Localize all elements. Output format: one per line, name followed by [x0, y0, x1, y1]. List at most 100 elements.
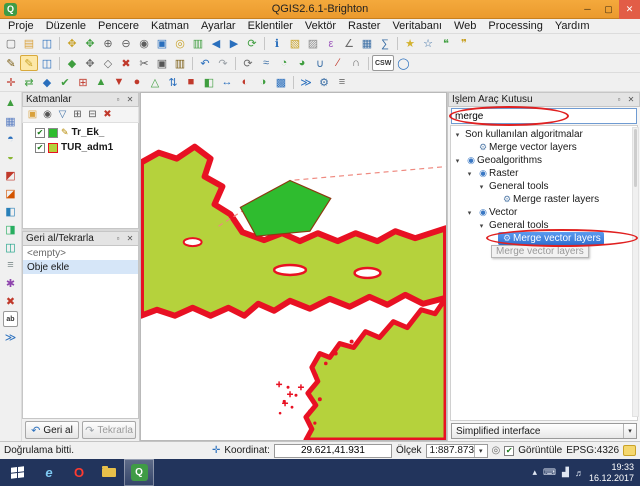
tree-item-vector[interactable]: ▾ ◉ Vector [451, 206, 637, 219]
render-checkbox[interactable]: ✔ [504, 445, 515, 456]
expand-arrow-icon[interactable]: ▾ [477, 183, 486, 191]
identify-features-icon[interactable]: ℹ [268, 36, 286, 52]
remove-layer-icon[interactable]: ✖ [100, 108, 115, 122]
python-console-icon[interactable]: ≫ [297, 74, 315, 90]
copy-features-icon[interactable]: ▣ [153, 55, 171, 71]
save-project-icon[interactable]: ◫ [38, 36, 56, 52]
tree-item-merge-vector-layers[interactable]: ⚙ Merge vector layers [451, 141, 637, 154]
tree-item-general-tools[interactable]: ▾ General tools [451, 180, 637, 193]
file-explorer-icon[interactable] [94, 459, 124, 486]
zoom-native-icon[interactable]: ◉ [135, 36, 153, 52]
remove-layer-icon[interactable]: ✖ [2, 293, 20, 309]
minimize-button[interactable]: ─ [577, 0, 598, 19]
opera-icon[interactable]: O [64, 459, 94, 486]
tree-item-son-kullan-lan-algoritmalar[interactable]: ▾ Son kullanılan algoritmalar [451, 128, 637, 141]
start-button[interactable] [0, 459, 34, 486]
paste-features-icon[interactable]: ▥ [171, 55, 189, 71]
split-features-icon[interactable]: ∕ [329, 55, 347, 71]
add-mssql-layer-icon[interactable]: ◩ [2, 167, 20, 183]
zonal-statistics-icon[interactable]: ▩ [272, 74, 290, 90]
select-by-expression-icon[interactable]: ε [322, 36, 340, 52]
menu-processing[interactable]: Processing [482, 20, 548, 32]
undock-panel-icon[interactable]: ▫ [614, 95, 624, 104]
redo-button[interactable]: ↷ Tekrarla [82, 421, 136, 439]
move-feature-icon[interactable]: ✥ [81, 55, 99, 71]
map-canvas[interactable] [140, 92, 447, 441]
heatmap-icon[interactable]: ● [128, 74, 146, 90]
new-bookmark-icon[interactable]: ★ [401, 36, 419, 52]
redo-icon[interactable]: ↷ [214, 55, 232, 71]
measure-line-icon[interactable]: ∠ [340, 36, 358, 52]
collapse-all-icon[interactable]: ⊟ [85, 108, 100, 122]
show-bookmarks-icon[interactable]: ☆ [419, 36, 437, 52]
coordinate-capture-icon[interactable]: ✛ [2, 74, 20, 90]
undo-icon[interactable]: ↶ [196, 55, 214, 71]
algorithm-search-input[interactable] [451, 108, 637, 124]
dxf2shp-converter-icon[interactable]: ⇄ [20, 74, 38, 90]
add-group-icon[interactable]: ▣ [25, 108, 40, 122]
menu-ayarlar[interactable]: Ayarlar [195, 20, 242, 32]
processing-toolbox-icon[interactable]: ⚙ [315, 74, 333, 90]
add-spatialite-layer-icon[interactable]: ◒ [2, 149, 20, 165]
csw-search-button[interactable]: CSW [372, 55, 395, 71]
zoom-to-selection-icon[interactable]: ◎ [171, 36, 189, 52]
undock-panel-icon[interactable]: ▫ [113, 234, 123, 243]
raster-terrain-analysis-icon[interactable]: ◧ [200, 74, 218, 90]
interface-mode-combo[interactable]: Simplified interface ▾ [451, 423, 637, 439]
offline-editing-icon[interactable]: ⇅ [164, 74, 182, 90]
topology-checker-icon[interactable]: ◑ [254, 74, 272, 90]
add-wcs-layer-icon[interactable]: ◨ [2, 221, 20, 237]
select-features-icon[interactable]: ▧ [286, 36, 304, 52]
add-vector-layer-icon[interactable]: ▲ [2, 95, 20, 111]
add-feature-icon[interactable]: ◆ [63, 55, 81, 71]
merge-features-icon[interactable]: ∪ [311, 55, 329, 71]
tree-item-geoalgorithms[interactable]: ▾ ◉ Geoalgorithms [451, 154, 637, 167]
expand-arrow-icon[interactable]: ▾ [453, 157, 462, 165]
tree-scrollbar[interactable] [632, 127, 639, 417]
annotation-icon[interactable]: ❞ [455, 36, 473, 52]
geometry-checker-icon[interactable]: ✔ [56, 74, 74, 90]
internet-explorer-icon[interactable]: e [34, 459, 64, 486]
oracle-georaster-icon[interactable]: ■ [182, 74, 200, 90]
add-wms-layer-icon[interactable]: ◧ [2, 203, 20, 219]
undo-history-item[interactable]: <empty> [23, 246, 138, 260]
attribute-table-icon[interactable]: ▦ [358, 36, 376, 52]
add-delimited-text-icon[interactable]: ≡ [2, 257, 20, 273]
tray-expand-icon[interactable]: ▴ [533, 467, 538, 478]
close-button[interactable]: ✕ [619, 0, 640, 19]
menu-dzenle[interactable]: Düzenle [40, 20, 92, 32]
zoom-out-icon[interactable]: ⊖ [117, 36, 135, 52]
tree-item-merge-raster-layers[interactable]: ⚙ Merge raster layers [451, 193, 637, 206]
expand-arrow-icon[interactable]: ▾ [465, 209, 474, 217]
add-part-icon[interactable]: ◕ [293, 55, 311, 71]
zoom-to-layer-icon[interactable]: ▥ [189, 36, 207, 52]
gps-tools-icon[interactable]: ▲ [92, 74, 110, 90]
zoom-next-icon[interactable]: ▶ [225, 36, 243, 52]
delete-selected-icon[interactable]: ✖ [117, 55, 135, 71]
menu-web[interactable]: Web [448, 20, 482, 32]
maximize-button[interactable]: ▢ [598, 0, 619, 19]
zoom-last-icon[interactable]: ◀ [207, 36, 225, 52]
add-wfs-layer-icon[interactable]: ◫ [2, 239, 20, 255]
tree-item-general-tools[interactable]: ▾ General tools [451, 219, 637, 232]
close-panel-icon[interactable]: ✕ [125, 95, 135, 104]
expand-arrow-icon[interactable]: ▾ [477, 222, 486, 230]
add-postgis-layer-icon[interactable]: ◓ [2, 131, 20, 147]
menu-raster[interactable]: Raster [342, 20, 386, 32]
new-shapefile-layer-icon[interactable]: ✱ [2, 275, 20, 291]
save-layer-edits-icon[interactable]: ◫ [38, 55, 56, 71]
spatial-query-icon[interactable]: ◐ [236, 74, 254, 90]
road-graph-icon[interactable]: ↔ [218, 74, 236, 90]
log-messages-icon[interactable] [623, 445, 636, 456]
expand-arrow-icon[interactable]: ▾ [465, 170, 474, 178]
label-tool-icon[interactable]: ab [3, 311, 18, 327]
zoom-in-icon[interactable]: ⊕ [99, 36, 117, 52]
reshape-features-icon[interactable]: ∩ [347, 55, 365, 71]
menu-proje[interactable]: Proje [2, 20, 40, 32]
metasearch-icon[interactable]: ◯ [394, 55, 412, 71]
evis-icon[interactable]: ◆ [38, 74, 56, 90]
filter-legend-icon[interactable]: ▽ [55, 108, 70, 122]
menu-pencere[interactable]: Pencere [92, 20, 145, 32]
python-console-icon[interactable]: ≫ [2, 329, 20, 345]
refresh-map-icon[interactable]: ⟳ [243, 36, 261, 52]
